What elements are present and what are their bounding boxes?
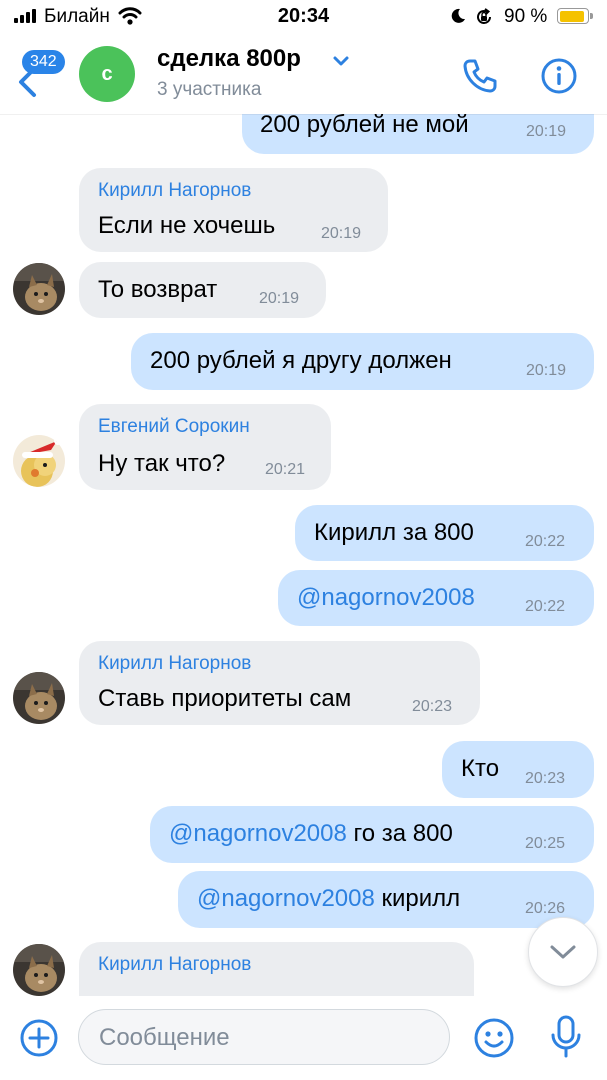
message-time: 20:19	[526, 123, 567, 140]
moon-icon	[449, 7, 467, 30]
message-list[interactable]: 200 рублей не мой 20:19 Кирилл Нагорнов …	[0, 114, 607, 996]
message-time: 20:25	[525, 835, 566, 852]
scroll-to-bottom-button[interactable]	[528, 917, 598, 987]
message-composer: Сообщение	[0, 996, 607, 1080]
message-input[interactable]: Сообщение	[78, 1009, 450, 1065]
message-time: 20:22	[525, 533, 566, 550]
mention-link[interactable]: @nagornov2008	[197, 885, 375, 912]
message-text: Ну так что?	[98, 450, 226, 477]
arrow-down-icon	[550, 945, 576, 959]
avatar-letter: с	[101, 62, 113, 85]
avatar[interactable]	[13, 944, 65, 996]
sender-name[interactable]: Кирилл Нагорнов	[98, 180, 251, 202]
message-text-rest: го за 800	[346, 820, 453, 847]
mention-link[interactable]: @nagornov2008	[297, 584, 475, 611]
message-time: 20:26	[525, 900, 566, 917]
message-time: 20:21	[265, 461, 306, 478]
chat-header: 342 с сделка 800р 3 участника	[0, 36, 607, 114]
message-text: Ставь приоритеты сам	[98, 685, 352, 712]
message-text: Кто	[461, 755, 500, 782]
chat-title[interactable]: сделка 800р	[157, 45, 301, 73]
message-time: 20:19	[526, 362, 567, 379]
message-text: То возврат	[98, 276, 218, 303]
plus-circle-icon[interactable]	[19, 1018, 59, 1063]
message-text-rest: кирилл	[374, 885, 461, 912]
message-time: 20:22	[525, 598, 566, 615]
avatar[interactable]	[13, 672, 65, 724]
phone-icon[interactable]	[460, 56, 500, 101]
mention-link[interactable]: @nagornov2008	[169, 820, 347, 847]
smile-icon[interactable]	[473, 1017, 515, 1064]
microphone-icon[interactable]	[550, 1015, 582, 1064]
unread-count-badge: 342	[22, 50, 65, 74]
chevron-down-icon[interactable]	[332, 54, 350, 72]
avatar[interactable]	[13, 263, 65, 315]
message-time: 20:23	[412, 698, 453, 715]
message-text: @nagornov2008 кирилл	[197, 885, 460, 913]
battery-icon	[557, 8, 593, 24]
status-bar: Билайн 20:34 90 %	[0, 0, 607, 36]
message-time: 20:19	[259, 290, 300, 307]
message-text: Если не хочешь	[98, 212, 276, 239]
chat-members-count: 3 участника	[157, 79, 262, 100]
message-time: 20:23	[525, 770, 566, 787]
message-input-placeholder: Сообщение	[99, 1024, 230, 1051]
rotation-lock-icon	[474, 7, 494, 32]
info-icon[interactable]	[539, 56, 579, 101]
battery-percent: 90 %	[504, 6, 548, 27]
chat-avatar[interactable]: с	[79, 46, 135, 102]
sender-name[interactable]: Евгений Сорокин	[98, 416, 250, 438]
sender-name[interactable]: Кирилл Нагорнов	[98, 954, 251, 976]
message-text: Кирилл за 800	[314, 519, 474, 546]
avatar[interactable]	[13, 435, 65, 487]
message-time: 20:19	[321, 225, 362, 242]
back-button[interactable]: 342	[14, 50, 65, 104]
message-text: 200 рублей я другу должен	[150, 347, 452, 374]
sender-name[interactable]: Кирилл Нагорнов	[98, 653, 251, 675]
message-text: @nagornov2008	[297, 584, 475, 612]
message-text: @nagornov2008 го за 800	[169, 820, 453, 848]
message-text: 200 рублей не мой	[260, 114, 469, 138]
